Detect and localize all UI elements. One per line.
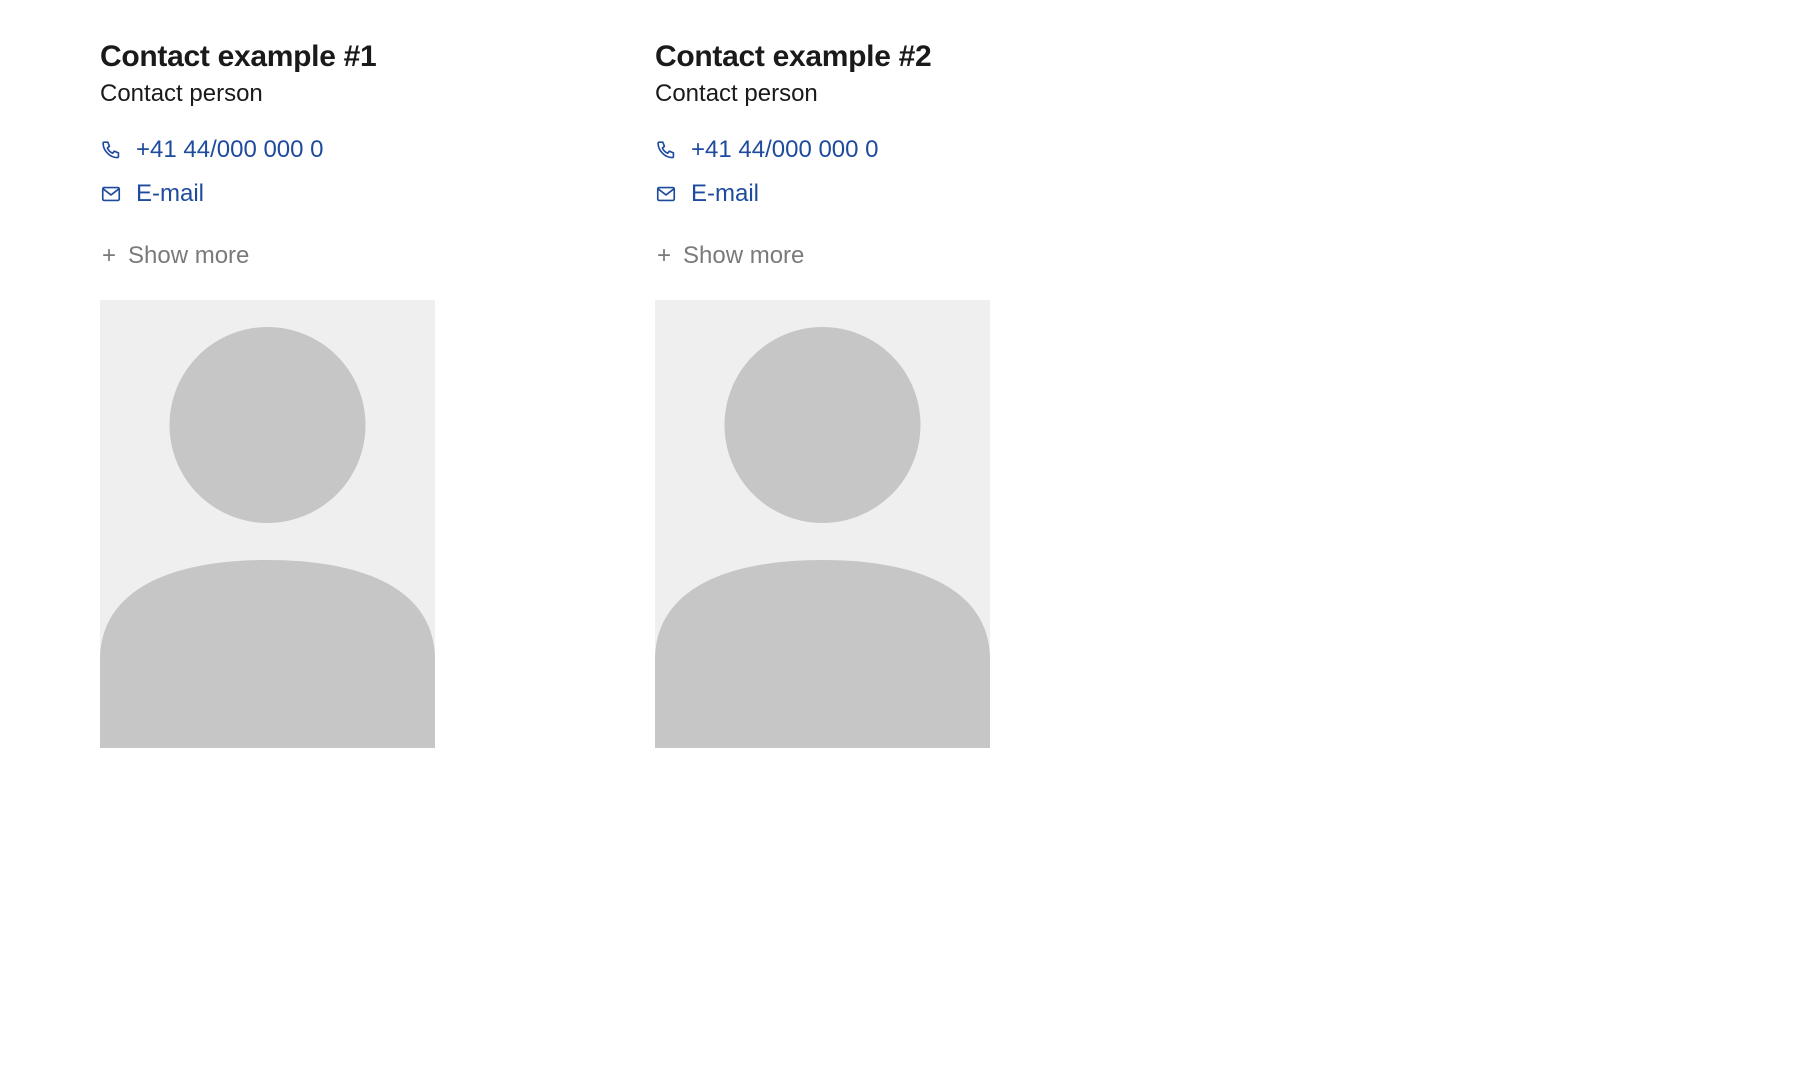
- contact-role: Contact person: [100, 80, 435, 108]
- show-more-label: Show more: [683, 242, 804, 270]
- show-more-button[interactable]: + Show more: [100, 242, 249, 270]
- mail-icon: [100, 183, 122, 205]
- plus-icon: +: [100, 247, 118, 265]
- phone-number: +41 44/000 000 0: [136, 136, 324, 164]
- contacts-container: Contact example #1 Contact person +41 44…: [100, 40, 1706, 748]
- plus-icon: +: [655, 247, 673, 265]
- contact-name: Contact example #2: [655, 40, 990, 74]
- contact-name: Contact example #1: [100, 40, 435, 74]
- contact-card: Contact example #2 Contact person +41 44…: [655, 40, 990, 748]
- contact-card: Contact example #1 Contact person +41 44…: [100, 40, 435, 748]
- email-link[interactable]: E-mail: [100, 180, 435, 208]
- email-label: E-mail: [691, 180, 759, 208]
- email-label: E-mail: [136, 180, 204, 208]
- phone-link[interactable]: +41 44/000 000 0: [100, 136, 435, 164]
- show-more-label: Show more: [128, 242, 249, 270]
- show-more-button[interactable]: + Show more: [655, 242, 804, 270]
- phone-icon: [100, 139, 122, 161]
- phone-icon: [655, 139, 677, 161]
- avatar-placeholder: [100, 300, 435, 748]
- phone-number: +41 44/000 000 0: [691, 136, 879, 164]
- avatar-placeholder: [655, 300, 990, 748]
- phone-link[interactable]: +41 44/000 000 0: [655, 136, 990, 164]
- contact-role: Contact person: [655, 80, 990, 108]
- email-link[interactable]: E-mail: [655, 180, 990, 208]
- mail-icon: [655, 183, 677, 205]
